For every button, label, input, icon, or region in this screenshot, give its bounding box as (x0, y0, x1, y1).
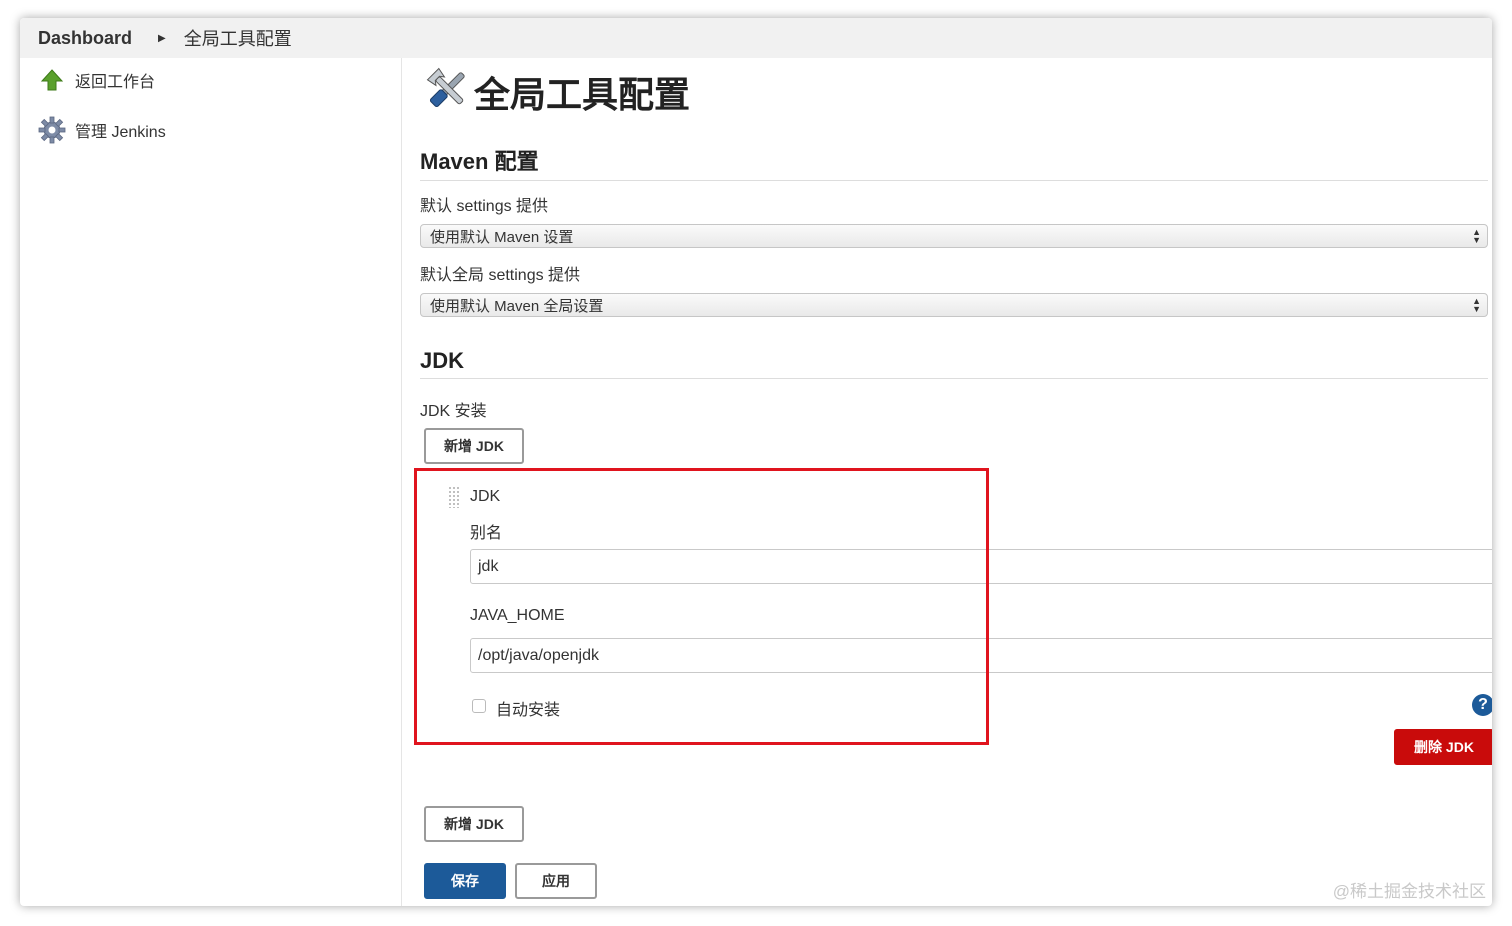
add-jdk-button[interactable]: 新增 JDK (424, 428, 524, 464)
section-title-maven: Maven 配置 (420, 144, 1488, 181)
main-content: 全局工具配置 Maven 配置 默认 settings 提供 使用默认 Mave… (420, 58, 1492, 906)
jdk-entry-header: JDK (470, 488, 501, 505)
watermark: @稀土掘金技术社区 (1332, 882, 1486, 901)
java-home-value: /opt/java/openjdk (478, 646, 599, 664)
sidebar-item-manage-jenkins[interactable]: 管理 Jenkins (38, 116, 166, 144)
sidebar-item-label: 管理 Jenkins (75, 124, 166, 141)
settings-provider-value: 使用默认 Maven 设置 (430, 228, 574, 246)
add-jdk-button-bottom[interactable]: 新增 JDK (424, 806, 524, 842)
settings-provider-select[interactable]: 使用默认 Maven 设置 ▲ ▼ (420, 224, 1488, 248)
section-title-jdk: JDK (420, 348, 1488, 379)
apply-button[interactable]: 应用 (515, 863, 597, 899)
save-button[interactable]: 保存 (424, 863, 506, 899)
tools-icon (424, 64, 472, 114)
up-arrow-icon (38, 66, 66, 94)
java-home-input[interactable]: /opt/java/openjdk (470, 638, 1492, 673)
settings-provider-label: 默认 settings 提供 (420, 198, 549, 215)
global-settings-provider-label: 默认全局 settings 提供 (420, 267, 581, 284)
sidebar-item-back-to-dashboard[interactable]: 返回工作台 (38, 66, 155, 94)
help-icon[interactable]: ? (1472, 694, 1492, 716)
delete-jdk-button[interactable]: 删除 JDK (1394, 729, 1492, 765)
jdk-name-input[interactable]: jdk (470, 549, 1492, 584)
java-home-label: JAVA_HOME (470, 607, 565, 624)
jenkins-window: Dashboard ▶ 全局工具配置 返回工作台 管理 Jenkins 全局工具… (20, 18, 1492, 906)
auto-install-label[interactable]: 自动安装 (496, 696, 560, 720)
global-settings-provider-select[interactable]: 使用默认 Maven 全局设置 ▲ ▼ (420, 293, 1488, 317)
breadcrumb-dashboard[interactable]: Dashboard (38, 28, 132, 49)
breadcrumb-separator-icon[interactable]: ▶ (158, 33, 166, 44)
drag-handle-icon[interactable] (448, 486, 460, 508)
breadcrumb: Dashboard ▶ 全局工具配置 (20, 18, 1492, 58)
page-title: 全局工具配置 (474, 74, 691, 115)
gear-icon (38, 116, 66, 144)
select-arrows-icon: ▲ ▼ (1472, 227, 1481, 245)
jdk-entry: JDK 别名 jdk JAVA_HOME /opt/java/openjdk 自… (434, 468, 1492, 788)
sidebar: 返回工作台 管理 Jenkins (20, 58, 402, 906)
jdk-name-value: jdk (478, 557, 499, 575)
sidebar-item-label: 返回工作台 (75, 74, 156, 91)
jdk-name-label: 别名 (470, 525, 503, 542)
select-arrows-icon: ▲ ▼ (1472, 296, 1481, 314)
breadcrumb-current[interactable]: 全局工具配置 (184, 25, 292, 51)
global-settings-provider-value: 使用默认 Maven 全局设置 (430, 297, 604, 315)
auto-install-checkbox[interactable] (472, 699, 486, 713)
jdk-install-label: JDK 安装 (420, 403, 487, 420)
